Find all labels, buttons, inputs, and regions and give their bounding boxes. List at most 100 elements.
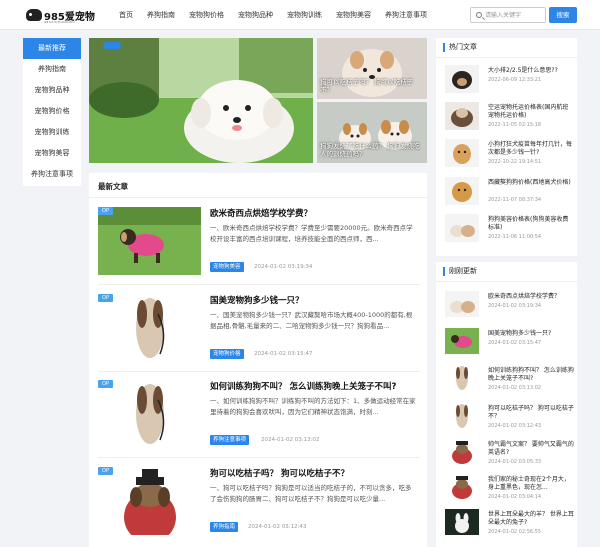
nav-item-breeds[interactable]: 宠物狗品种	[231, 0, 280, 30]
article-badge: OP	[98, 294, 113, 302]
article-badge: OP	[98, 207, 113, 215]
recent-item-time: 2024-01-02 03:12:43	[488, 423, 542, 429]
hot-article-title[interactable]: 大小排2/2.5是什么意思??	[488, 67, 574, 75]
category-grooming[interactable]: 宠物狗美容	[23, 143, 81, 164]
article-tag[interactable]: 宠物狗价格	[210, 349, 244, 359]
recent-item-title[interactable]: 国美宠物狗多少钱一只?	[488, 330, 574, 338]
hot-article-title[interactable]: 空运宠物托运价格表(国内航班宠物托运价格)	[488, 104, 574, 120]
article-item[interactable]: OP 如何训练狗狗不叫？ 怎么训练狗晚上关笼子不叫? 一、如何训练狗狗不叫？训练…	[98, 380, 420, 460]
hot-article-time: 2022-11-07 08:37:34	[488, 197, 542, 203]
hot-article-item[interactable]: 空运宠物托运价格表(国内航班宠物托运价格) 2022-11-05 02:15:1…	[445, 102, 573, 132]
recent-item[interactable]: 如何训练狗狗不叫？ 怎么训练狗晚上关笼子不叫? 2024-01-02 03:13…	[445, 365, 574, 393]
hot-article-thumbnail[interactable]	[445, 177, 479, 205]
white-puppy-photo	[89, 38, 313, 163]
dog-in-costume-photo	[98, 467, 201, 535]
banner-area: 狗可以吃桔子吗？ 狗可以吃桔子不？ 狗狗发烧了吃什么药？ 狗狗发烧吃人的退烧药吗…	[89, 38, 427, 163]
article-time: 2024-01-02 03:15:47	[254, 351, 313, 357]
recent-item[interactable]: 世界上耳朵最大的羊？ 世界上耳朵最大的兔子? 2024-01-02 02:56:…	[445, 509, 574, 537]
recent-item[interactable]: 狗可以吃桔子吗？ 狗可以吃桔子不？ 2024-01-02 03:12:43	[445, 403, 574, 431]
article-item[interactable]: OP 国美宠物狗多少钱一只？ 一、国美宠物狗多少钱一只？武汉藏獒哈市场大概400…	[98, 294, 420, 374]
recent-item-thumbnail[interactable]	[445, 403, 479, 429]
recent-item-title[interactable]: 世界上耳朵最大的羊？ 世界上耳朵最大的兔子?	[488, 511, 574, 527]
dog-with-leash-photo	[98, 380, 201, 448]
divider	[89, 197, 427, 198]
hot-article-thumbnail[interactable]	[445, 65, 479, 93]
nav-item-price[interactable]: 宠物狗价格	[182, 0, 231, 30]
recent-item[interactable]: 国美宠物狗多少钱一只? 2024-01-02 03:15:47	[445, 328, 573, 356]
site-subname: 985AICHONGWU	[44, 20, 76, 24]
category-notes[interactable]: 养狗注意事项	[23, 164, 81, 185]
article-title[interactable]: 如何训练狗狗不叫？ 怎么训练狗晚上关笼子不叫?	[210, 380, 396, 392]
recent-item-title[interactable]: 狗可以吃桔子吗？ 狗可以吃桔子不？	[488, 405, 574, 421]
hot-articles-title: 热门文章	[443, 43, 477, 52]
nav-item-guide[interactable]: 养狗指南	[140, 0, 182, 30]
recent-item-thumbnail[interactable]	[445, 328, 479, 354]
banner-side-top[interactable]: 狗可以吃桔子吗？ 狗可以吃桔子不？	[317, 38, 427, 99]
article-title[interactable]: 国美宠物狗多少钱一只？	[210, 294, 304, 306]
article-thumbnail[interactable]: OP	[98, 467, 201, 535]
article-item[interactable]: OP 欧米奇西点烘焙学校学费？ 一、欧米奇西点烘焙学校学费？学费至少需要2000…	[98, 207, 420, 287]
category-breeds[interactable]: 宠物狗品种	[23, 80, 81, 101]
article-title[interactable]: 欧米奇西点烘焙学校学费？	[210, 207, 312, 219]
recent-item-thumbnail[interactable]	[445, 365, 479, 391]
article-thumbnail[interactable]: OP	[98, 380, 201, 448]
recent-item-title[interactable]: 我们家的秘士奇现在2个月大，身上重黑色，现在怎...	[488, 476, 574, 492]
recent-item[interactable]: 帅气霸气文案？ 要帅气又霸气的英语名? 2024-01-02 03:05:33	[445, 439, 574, 467]
nav-item-home[interactable]: 首页	[112, 0, 140, 30]
article-tag[interactable]: 宠物狗美容	[210, 262, 244, 272]
article-tag[interactable]: 养狗指南	[210, 522, 239, 532]
hot-article-item[interactable]: 小狗打狂犬疫苗每年打几针，每次都是多少钱一针? 2022-10-22 19:14…	[445, 139, 573, 169]
article-list-title: 最新文章	[98, 182, 128, 191]
banner-indicator[interactable]	[103, 42, 121, 49]
recent-item-title[interactable]: 欧米奇西点烘焙学校学费？	[488, 293, 574, 301]
divider	[436, 281, 577, 282]
article-title[interactable]: 狗可以吃桔子吗？ 狗可以吃桔子不？	[210, 467, 349, 479]
recent-item[interactable]: 我们家的秘士奇现在2个月大，身上重黑色，现在怎... 2024-01-02 03…	[445, 474, 573, 502]
hot-article-thumbnail[interactable]	[445, 139, 479, 167]
recent-item-time: 2024-01-02 02:56:55	[488, 529, 542, 535]
site-logo[interactable]: 985爱宠物 985AICHONGWU	[26, 8, 95, 24]
article-tag[interactable]: 养狗注意事项	[210, 435, 250, 445]
recent-item-time: 2024-01-02 03:04:14	[488, 494, 542, 500]
category-training[interactable]: 宠物狗训练	[23, 122, 81, 143]
article-thumbnail[interactable]: OP	[98, 294, 201, 362]
hot-article-item[interactable]: 大小排2/2.5是什么意思?? 2022-06-09 12:33:21	[445, 65, 573, 95]
recent-item-thumbnail[interactable]	[445, 474, 479, 500]
banner-main-image[interactable]	[89, 38, 313, 163]
article-item[interactable]: OP 狗可以吃桔子吗？ 狗可以吃桔子不？ 一、狗可以吃桔子吗？狗狗是可以适当的吃…	[98, 467, 420, 547]
hot-article-title[interactable]: 西藏獒狗狗价格(西地高犬价格)	[488, 179, 574, 187]
hot-article-time: 2022-11-06 11:00:54	[488, 234, 542, 240]
hot-article-title[interactable]: 狗狗美容价格表(狗狗美容收费标准)	[488, 216, 574, 232]
nav-item-training[interactable]: 宠物狗训练	[280, 0, 329, 30]
hot-article-item[interactable]: 西藏獒狗狗价格(西地高犬价格) 2022-11-07 08:37:34	[445, 177, 573, 207]
hot-article-thumbnail[interactable]	[445, 102, 479, 130]
article-badge: OP	[98, 467, 113, 475]
recent-item-title[interactable]: 帅气霸气文案？ 要帅气又霸气的英语名?	[488, 441, 574, 457]
banner-side-bottom-caption: 狗狗发烧了吃什么药？ 狗狗发烧吃人的退烧药吗？	[320, 142, 420, 158]
article-time: 2024-01-02 03:12:43	[248, 524, 307, 530]
category-guide[interactable]: 养狗指南	[23, 59, 81, 80]
hot-article-thumbnail[interactable]	[445, 214, 479, 242]
recent-item-thumbnail[interactable]	[445, 291, 479, 317]
hot-article-item[interactable]: 狗狗美容价格表(狗狗美容收费标准) 2022-11-06 11:00:54	[445, 214, 573, 244]
nav-item-grooming[interactable]: 宠物狗美容	[329, 0, 378, 30]
article-summary: 一、欧米奇西点烘焙学校学费？学费至少需要20000元。欧米奇西点学校开设丰富的西…	[210, 224, 413, 243]
recent-item-title[interactable]: 如何训练狗狗不叫？ 怎么训练狗晚上关笼子不叫?	[488, 367, 574, 383]
recent-item-thumbnail[interactable]	[445, 509, 479, 535]
search-input[interactable]	[485, 10, 545, 21]
hot-article-time: 2022-11-05 02:15:18	[488, 122, 542, 128]
recent-item[interactable]: 欧米奇西点烘焙学校学费？ 2024-01-02 03:19:34	[445, 291, 573, 319]
recent-item-thumbnail[interactable]	[445, 439, 479, 465]
top-header: 985爱宠物 985AICHONGWU 首页 养狗指南 宠物狗价格 宠物狗品种 …	[0, 0, 600, 30]
search-button[interactable]: 搜索	[549, 7, 577, 23]
category-latest[interactable]: 最新推荐	[23, 38, 81, 59]
hot-articles-panel: 热门文章 大小排2/2.5是什么意思?? 2022-06-09 12:33:21…	[436, 38, 577, 256]
banner-side-bottom[interactable]: 狗狗发烧了吃什么药？ 狗狗发烧吃人的退烧药吗？	[317, 102, 427, 163]
dog-on-grass-photo	[98, 207, 201, 275]
hot-article-title[interactable]: 小狗打狂犬疫苗每年打几针，每次都是多少钱一针?	[488, 141, 574, 157]
article-thumbnail[interactable]: OP	[98, 207, 201, 275]
category-price[interactable]: 宠物狗价格	[23, 101, 81, 122]
article-time: 2024-01-02 03:19:34	[254, 264, 313, 270]
nav-item-notes[interactable]: 养狗注意事项	[378, 0, 434, 30]
hot-article-time: 2022-06-09 12:33:21	[488, 77, 542, 83]
